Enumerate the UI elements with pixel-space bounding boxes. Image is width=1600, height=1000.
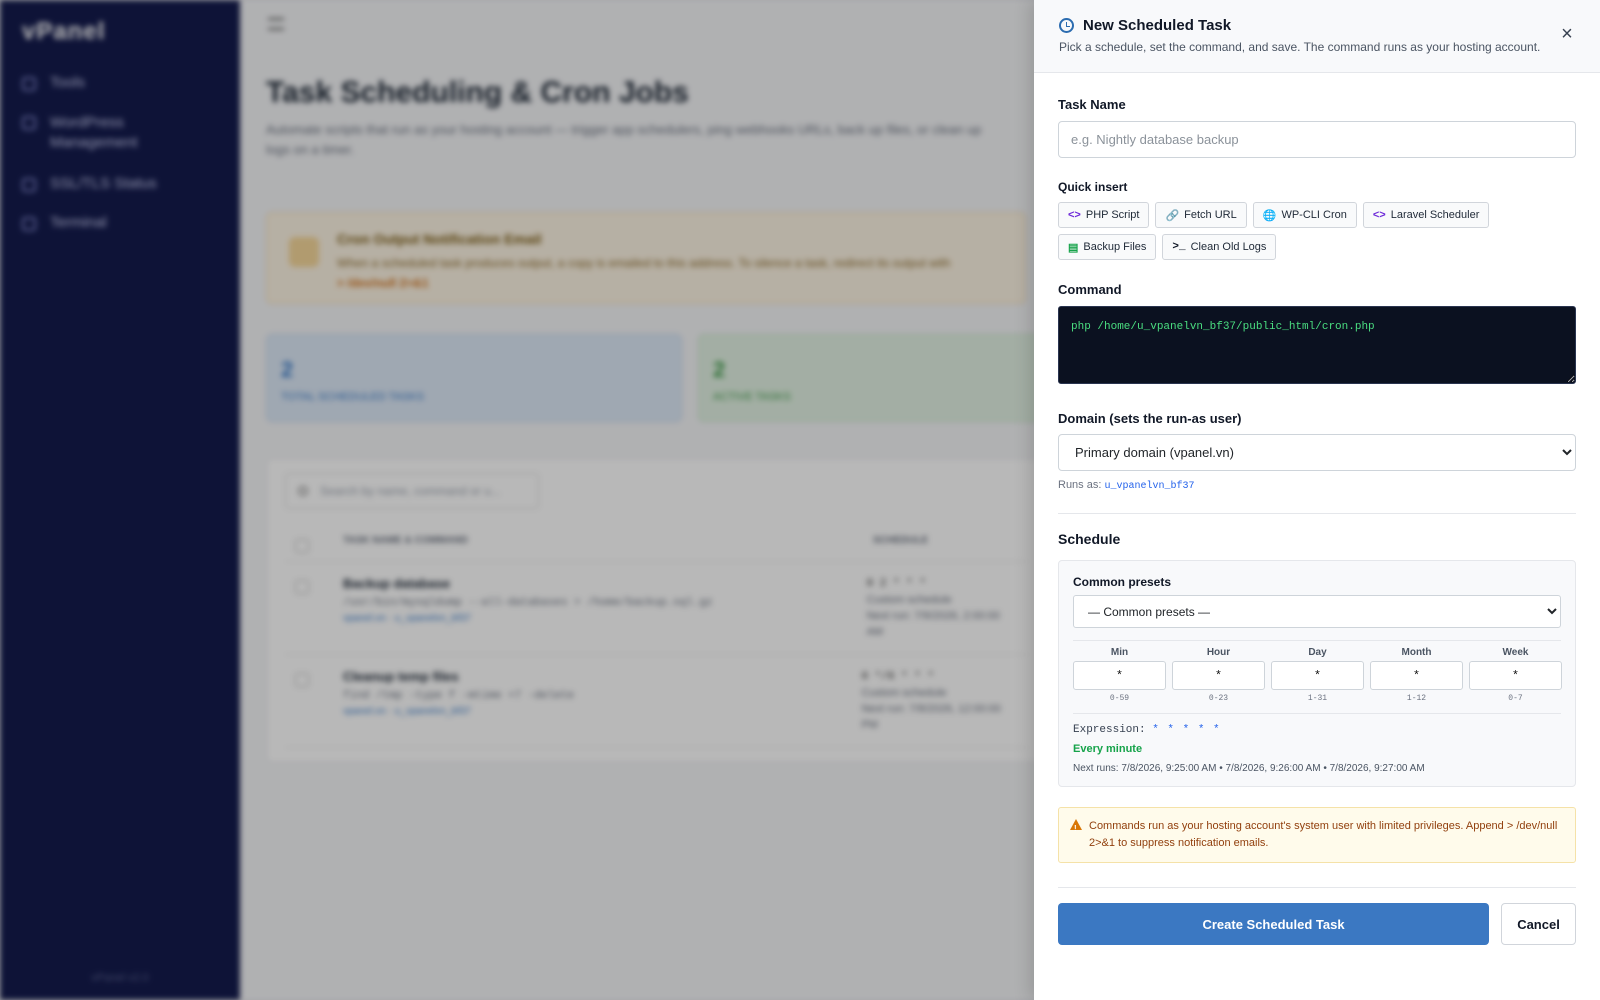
divider <box>1073 713 1561 714</box>
hour-input[interactable] <box>1172 661 1265 690</box>
quick-insert-php-script[interactable]: <> PHP Script <box>1058 202 1150 228</box>
cron-field-hour: Hour 0-23 <box>1172 647 1265 703</box>
cron-field-day: Day 1-31 <box>1271 647 1364 703</box>
cron-field-week: Week 0-7 <box>1469 647 1562 703</box>
field-range: 0-23 <box>1208 694 1229 703</box>
chip-label: Laravel Scheduler <box>1390 209 1480 221</box>
runs-as-info: Runs as: u_vpanelvn_bf37 <box>1058 479 1576 492</box>
quick-insert-label: Quick insert <box>1058 180 1128 194</box>
database-icon: ▤ <box>1068 241 1079 254</box>
drawer-actions: Create Scheduled Task Cancel <box>1058 903 1576 945</box>
warning-text: Commands run as your hosting account's s… <box>1089 820 1558 849</box>
create-task-button[interactable]: Create Scheduled Task <box>1058 903 1490 945</box>
domain-label: Domain (sets the run-as user) <box>1058 411 1242 426</box>
field-range: 1-31 <box>1307 694 1328 703</box>
field-range: 1-12 <box>1406 694 1427 703</box>
code-icon: <> <box>1068 209 1081 221</box>
chip-label: PHP Script <box>1085 209 1140 221</box>
quick-insert-laravel-scheduler[interactable]: <> Laravel Scheduler <box>1362 202 1490 228</box>
command-textarea[interactable]: php /home/u_vpanelvn_bf37/public_html/cr… <box>1058 306 1576 384</box>
schedule-panel: Common presets — Common presets — Min 0-… <box>1058 560 1576 787</box>
quick-insert-backup-files[interactable]: ▤ Backup Files <box>1058 234 1157 260</box>
expression-label: Expression: <box>1073 724 1146 736</box>
field-label: Week <box>1502 647 1529 658</box>
quick-insert-chips: <> PHP Script 🔗 Fetch URL 🌐 WP-CLI Cron … <box>1058 202 1578 260</box>
command-label: Command <box>1058 282 1122 297</box>
drawer-header: New Scheduled Task Pick a schedule, set … <box>1034 0 1600 73</box>
chip-label: Backup Files <box>1083 241 1147 253</box>
globe-icon: 🌐 <box>1262 209 1277 222</box>
presets-select[interactable]: — Common presets — <box>1073 595 1561 628</box>
chip-label: Fetch URL <box>1184 209 1237 221</box>
chip-label: Clean Old Logs <box>1190 241 1267 253</box>
warning-icon <box>1070 819 1082 837</box>
chip-label: WP-CLI Cron <box>1281 209 1347 221</box>
schedule-label: Schedule <box>1058 531 1121 547</box>
month-input[interactable] <box>1370 661 1463 690</box>
field-range: 0-7 <box>1508 694 1523 703</box>
drawer-subtitle: Pick a schedule, set the command, and sa… <box>1059 40 1541 54</box>
cron-field-min: Min 0-59 <box>1073 647 1166 703</box>
runs-as-label: Runs as: <box>1058 479 1102 491</box>
field-label: Min <box>1110 647 1129 658</box>
quick-insert-fetch-url[interactable]: 🔗 Fetch URL <box>1155 202 1247 228</box>
task-name-label: Task Name <box>1058 97 1126 112</box>
cron-field-month: Month 1-12 <box>1370 647 1463 703</box>
expression-row: Expression: * * * * * <box>1073 724 1561 736</box>
weekday-input[interactable] <box>1469 661 1562 690</box>
expression-value: * * * * * <box>1152 724 1221 736</box>
divider <box>1058 887 1576 888</box>
link-icon: 🔗 <box>1165 209 1180 222</box>
quick-insert-clean-old-logs[interactable]: >_ Clean Old Logs <box>1162 234 1277 260</box>
quick-insert-wp-cli-cron[interactable]: 🌐 WP-CLI Cron <box>1252 202 1357 228</box>
field-label: Day <box>1308 647 1327 658</box>
drawer-title-text: New Scheduled Task <box>1083 17 1232 34</box>
next-runs: Next runs: 7/8/2026, 9:25:00 AM • 7/8/20… <box>1073 763 1425 774</box>
close-icon[interactable]: × <box>1556 24 1578 46</box>
cancel-button[interactable]: Cancel <box>1501 903 1576 945</box>
divider <box>1058 513 1576 514</box>
field-range: 0-59 <box>1109 694 1130 703</box>
divider <box>1073 640 1561 641</box>
presets-label: Common presets <box>1073 575 1172 589</box>
cron-fields: Min 0-59 Hour 0-23 Day 1-31 Month <box>1073 647 1562 703</box>
new-task-drawer: New Scheduled Task Pick a schedule, set … <box>1034 0 1600 1000</box>
drawer-body: Task Name Quick insert <> PHP Script 🔗 F… <box>1034 73 1600 945</box>
field-label: Hour <box>1206 647 1231 658</box>
schedule-human-readable: Every minute <box>1073 743 1143 755</box>
field-label: Month <box>1401 647 1432 658</box>
runs-as-user: u_vpanelvn_bf37 <box>1104 481 1195 492</box>
drawer-title: New Scheduled Task <box>1059 17 1575 34</box>
terminal-icon: >_ <box>1172 241 1186 253</box>
task-name-input[interactable] <box>1058 121 1576 158</box>
privileges-warning: Commands run as your hosting account's s… <box>1058 807 1576 863</box>
clock-icon <box>1059 18 1074 33</box>
domain-select[interactable]: Primary domain (vpanel.vn) <box>1058 434 1576 471</box>
minute-input[interactable] <box>1073 661 1166 690</box>
day-input[interactable] <box>1271 661 1364 690</box>
code-icon: <> <box>1372 209 1386 221</box>
